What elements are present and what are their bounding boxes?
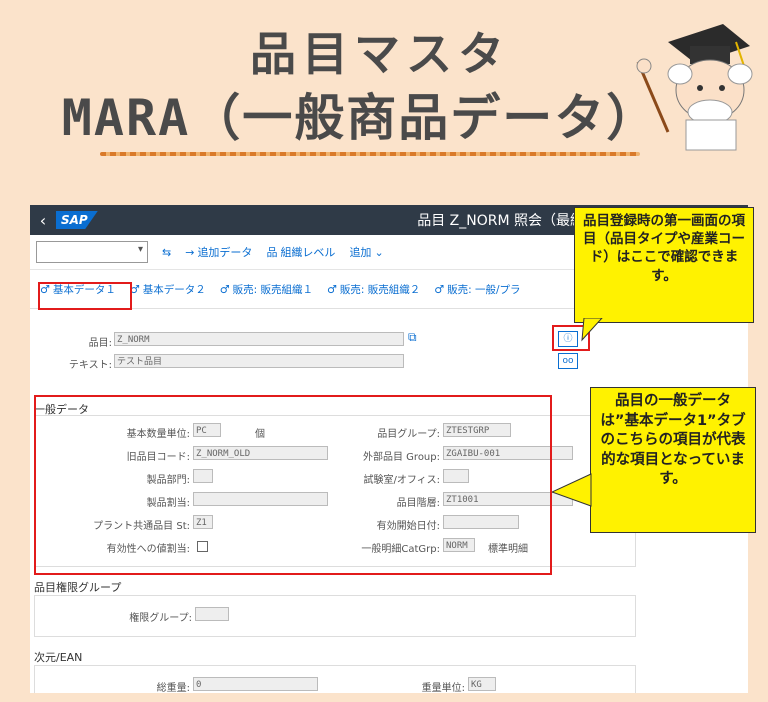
tab-sales-org-1[interactable]: ♂ 販売: 販売組織１	[220, 282, 313, 297]
material-field[interactable]: Z_NORM	[114, 332, 404, 346]
chevron-down-icon: ▾	[137, 244, 143, 255]
text-field[interactable]: テスト品目	[114, 354, 404, 368]
additional-data-label: 追加データ	[197, 246, 253, 259]
callout-bottom-pointer	[552, 473, 592, 507]
gross-weight-label: 総重量:	[156, 683, 190, 693]
callout-top-pointer	[581, 318, 603, 342]
copy-icon[interactable]: ⧉	[408, 330, 417, 345]
dimensions-section: 次元/EAN	[34, 651, 83, 664]
tab-label: 販売: 販売組織１	[232, 283, 313, 296]
table-name: MARA	[61, 89, 191, 147]
tab-icon: ♂	[434, 282, 445, 296]
tab-icon: ♂	[327, 282, 337, 296]
chevron-down-icon: ⌄	[374, 245, 384, 259]
tab-label: 販売: 販売組織２	[339, 283, 421, 296]
callout-top: 品目登録時の第一画面の項目（品目タイプや産業コード）はここで確認できます。	[574, 207, 754, 323]
auth-group-section: 品目権限グループ	[34, 581, 122, 594]
command-field[interactable]: ▾	[36, 241, 148, 263]
table-description: （一般商品データ）	[190, 89, 659, 147]
chevron-back-icon[interactable]: ‹	[30, 211, 56, 230]
tab-icon: ♂	[219, 282, 230, 296]
page-subtitle: MARA（一般商品データ）	[10, 78, 710, 150]
window-title: 品目 Z_NORM 照会（最終製	[417, 213, 598, 229]
professor-illustration	[636, 24, 753, 151]
org-levels-button[interactable]: 品組織レベル	[266, 244, 335, 260]
org-levels-label: 組織レベル	[280, 246, 336, 259]
material-label: 品目:	[88, 338, 112, 349]
tab-basic-data-2[interactable]: ♂ 基本データ２	[130, 282, 206, 297]
tab-sales-org-2[interactable]: ♂ 販売: 販売組織２	[327, 282, 420, 297]
org-levels-icon: 品	[266, 246, 278, 259]
more-label: 追加	[349, 246, 372, 259]
additional-data-button[interactable]: → 追加データ	[185, 244, 252, 260]
weight-unit-label: 重量単位:	[421, 683, 465, 693]
auth-group-label: 権限グループ:	[129, 613, 192, 624]
highlight-basic-data-tab	[38, 282, 132, 310]
arrow-right-icon: →	[185, 245, 195, 259]
weight-unit-field[interactable]: KG	[468, 677, 496, 691]
tab-label: 基本データ２	[142, 283, 206, 296]
tab-sales-general[interactable]: ♂ 販売: 一般/プラ	[434, 282, 520, 297]
display-icon[interactable]: ⇆	[162, 246, 171, 259]
gross-weight-field[interactable]: 0	[193, 677, 318, 691]
page-title: 品目マスタ	[250, 27, 510, 81]
text-label: テキスト:	[68, 360, 112, 371]
title-underline	[100, 152, 640, 156]
callout-bottom: 品目の一般データは”基本データ1”タブのこちらの項目が代表的な項目となっています…	[590, 387, 756, 533]
auth-group-field[interactable]	[195, 607, 229, 621]
tab-label: 販売: 一般/プラ	[447, 283, 521, 296]
highlight-general-data	[34, 395, 552, 575]
glasses-icon[interactable]: oo	[558, 353, 578, 369]
more-menu[interactable]: 追加 ⌄	[349, 244, 383, 260]
sap-logo: SAP	[56, 211, 98, 229]
